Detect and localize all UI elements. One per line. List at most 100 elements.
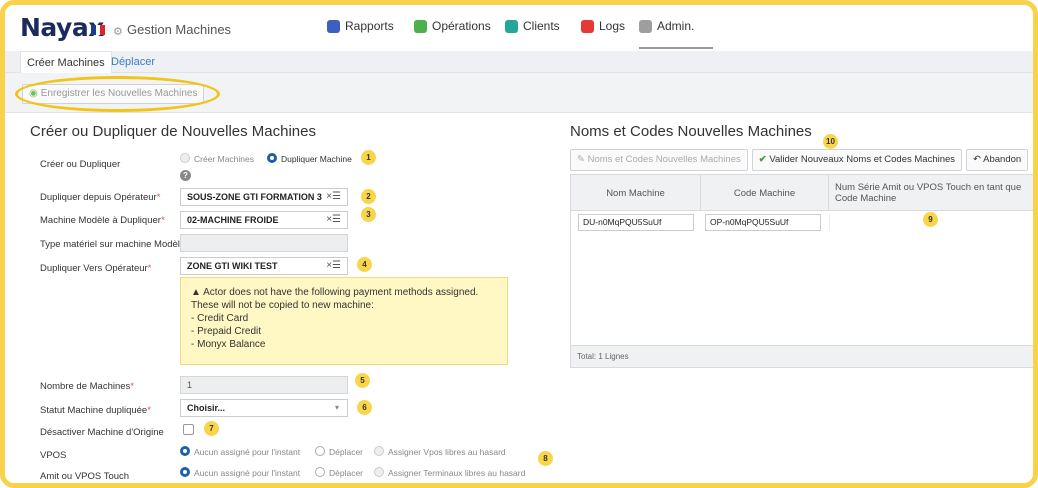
save-button-label: Enregistrer les Nouvelles Machines [40, 88, 198, 99]
warning-box: ▲ Actor does not have the following paym… [180, 277, 508, 365]
warning-item: - Credit Card [191, 313, 249, 324]
clear-list-icon[interactable]: ×☰ [326, 258, 341, 274]
radio-touch-assign-random[interactable]: Assigner Terminaux libres au hasard [374, 467, 525, 478]
label-from-operator-text: Dupliquer depuis Opérateur [40, 192, 157, 203]
operations-icon [414, 20, 427, 33]
nav-clients[interactable]: Clients [505, 19, 560, 49]
label-model-machine: Machine Modèle à Dupliquer* [40, 215, 165, 226]
required-mark: * [130, 381, 134, 392]
flag-icon[interactable] [91, 25, 106, 35]
radio-circle [315, 467, 325, 477]
warning-line-1: ▲ Actor does not have the following paym… [191, 286, 497, 299]
label-to-operator-text: Dupliquer Vers Opérateur [40, 263, 148, 274]
nav-admin[interactable]: Admin. [639, 19, 713, 49]
nav-logs[interactable]: Logs [581, 19, 625, 49]
warning-line-2: These will not be copied to new machine: [191, 300, 374, 311]
annotation-badge-1: 1 [361, 150, 376, 165]
nav-logs-label: Logs [599, 19, 626, 33]
duplicated-status-select[interactable]: Choisir... ▾ [180, 399, 348, 417]
radio-vpos-move-label: Déplacer [329, 447, 364, 457]
cancel-button[interactable]: ↶ Abandon [966, 149, 1029, 171]
label-vpos: VPOS [40, 450, 67, 461]
label-deactivate-origin: Désactiver Machine d'Origine [40, 427, 164, 438]
machine-count-field[interactable]: 1 [180, 376, 348, 394]
radio-vpos-assign-label: Assigner Vpos libres au hasard [388, 447, 506, 457]
grid-footer: Total: 1 Lignes [571, 345, 1033, 367]
nav-admin-label: Admin. [657, 19, 695, 33]
annotation-badge-9: 9 [923, 212, 938, 227]
annotation-badge-2: 2 [361, 189, 376, 204]
warning-item: - Prepaid Credit [191, 326, 262, 337]
grid-header: Nom Machine Code Machine Num Série Amit … [571, 175, 1033, 211]
radio-create-label: Créer Machines [194, 154, 254, 164]
deactivate-origin-checkbox[interactable] [183, 424, 194, 435]
to-operator-field[interactable]: ZONE GTI WIKI TEST ×☰ [180, 257, 348, 275]
annotation-badge-8: 8 [538, 451, 553, 466]
radio-vpos-none-label: Aucun assigné pour l'instant [194, 447, 301, 457]
app-title: Gestion Machines [127, 22, 232, 37]
label-machine-count-text: Nombre de Machines [40, 381, 131, 392]
required-mark: * [147, 263, 152, 274]
cell-machine-code[interactable]: OP-n0MqPQU5SuUf [705, 214, 821, 231]
nav-operations[interactable]: Opérations [414, 19, 491, 49]
required-mark: * [147, 405, 151, 416]
warning-text-1: Actor does not have the following paymen… [203, 287, 479, 298]
label-duplicated-status-text: Statut Machine dupliquée [40, 405, 148, 416]
radio-duplicate-machine[interactable]: Dupliquer Machine [267, 153, 352, 164]
left-section-title: Créer ou Dupliquer de Nouvelles Machines [30, 123, 316, 140]
radio-touch-move[interactable]: Déplacer [315, 467, 363, 478]
chevron-down-icon: ▾ [334, 403, 339, 412]
annotation-badge-4: 4 [357, 257, 372, 272]
names-codes-button[interactable]: ✎ Noms et Codes Nouvelles Machines [570, 149, 748, 171]
from-operator-field[interactable]: SOUS-ZONE GTI FORMATION 3 ×☰ [180, 188, 348, 206]
label-model-machine-text: Machine Modèle à Dupliquer [40, 215, 161, 226]
label-machine-count: Nombre de Machines* [40, 381, 134, 392]
from-operator-value: SOUS-ZONE GTI FORMATION 3 [187, 192, 322, 202]
label-create-or-duplicate: Créer ou Dupliquer [40, 159, 121, 170]
radio-vpos-none[interactable]: Aucun assigné pour l'instant [180, 446, 300, 457]
radio-circle [180, 153, 190, 163]
tab-move[interactable]: Déplacer [105, 51, 161, 73]
radio-circle-selected [180, 467, 190, 477]
radio-circle-selected [180, 446, 190, 456]
clear-list-icon[interactable]: ×☰ [326, 212, 341, 228]
warning-item: - Monyx Balance [191, 339, 266, 350]
annotation-badge-5: 5 [355, 373, 370, 388]
grid-toolbar: ✎ Noms et Codes Nouvelles Machines ✔ Val… [570, 149, 1029, 171]
label-from-operator: Dupliquer depuis Opérateur* [40, 192, 160, 203]
model-machine-field[interactable]: 02-MACHINE FROIDE ×☰ [180, 211, 348, 229]
cancel-label: Abandon [983, 154, 1022, 165]
nav-rapports[interactable]: Rapports [327, 19, 394, 49]
undo-icon: ↶ [973, 154, 982, 165]
radio-vpos-assign-random[interactable]: Assigner Vpos libres au hasard [374, 446, 506, 457]
column-header-name[interactable]: Nom Machine [571, 175, 701, 211]
required-mark: * [156, 192, 161, 203]
annotation-badge-7: 7 [204, 421, 219, 436]
clear-list-icon[interactable]: ×☰ [326, 189, 341, 205]
annotation-badge-3: 3 [361, 207, 376, 222]
radio-touch-none[interactable]: Aucun assigné pour l'instant [180, 467, 300, 478]
radio-touch-assign-label: Assigner Terminaux libres au hasard [388, 468, 526, 478]
cell-machine-name[interactable]: DU-n0MqPQU5SuUf [578, 214, 694, 231]
required-mark: * [160, 215, 165, 226]
radio-touch-none-label: Aucun assigné pour l'instant [194, 468, 301, 478]
validate-button[interactable]: ✔ Valider Nouveaux Noms et Codes Machine… [751, 149, 963, 171]
radio-circle-selected [267, 153, 277, 163]
nav-rapports-label: Rapports [345, 19, 394, 33]
annotation-badge-6: 6 [357, 400, 372, 415]
label-hardware-type: Type matériel sur machine Modèle : [40, 239, 191, 250]
pencil-icon: ✎ [577, 154, 585, 165]
sub-tabs: Créer Machines Déplacer [5, 51, 1033, 73]
validate-label: Valider Nouveaux Noms et Codes Machines [769, 154, 956, 165]
radio-create-machines[interactable]: Créer Machines [180, 153, 254, 164]
help-icon[interactable]: ? [180, 170, 191, 181]
tab-create-machines[interactable]: Créer Machines [20, 51, 112, 73]
save-icon: ◉ [29, 88, 38, 99]
column-header-code[interactable]: Code Machine [701, 175, 829, 211]
radio-circle [374, 467, 384, 477]
label-to-operator: Dupliquer Vers Opérateur* [40, 263, 151, 274]
save-new-machines-button[interactable]: ◉ Enregistrer les Nouvelles Machines [22, 84, 205, 104]
nav-clients-label: Clients [523, 19, 560, 33]
radio-vpos-move[interactable]: Déplacer [315, 446, 363, 457]
column-header-serial[interactable]: Num Série Amit ou VPOS Touch en tant que… [829, 175, 1033, 211]
